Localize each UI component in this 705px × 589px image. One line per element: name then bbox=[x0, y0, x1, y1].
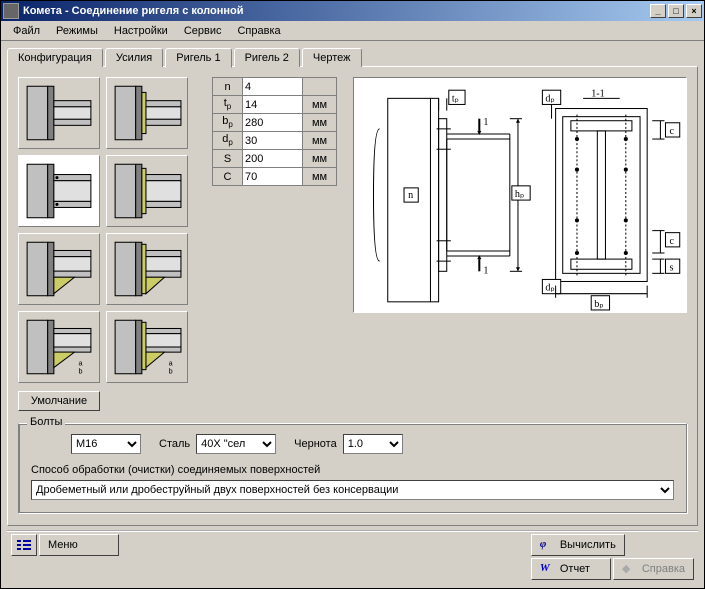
svg-text:c: c bbox=[670, 236, 675, 247]
list-icon bbox=[17, 540, 31, 550]
default-button[interactable]: Умолчание bbox=[18, 391, 100, 411]
param-unit-s: мм bbox=[303, 150, 337, 168]
titlebar: Комета - Соединение ригеля с колонной _ … bbox=[1, 1, 704, 21]
tab-panel-beam1: ab ab Умолчание n bbox=[7, 66, 698, 526]
menu-modes[interactable]: Режимы bbox=[48, 23, 106, 39]
svg-text:bₚ: bₚ bbox=[594, 299, 603, 310]
connection-type-7[interactable]: ab bbox=[18, 311, 100, 383]
connection-type-3[interactable] bbox=[18, 155, 100, 227]
report-button[interactable]: W Отчет bbox=[531, 558, 611, 580]
param-label-n: n bbox=[213, 78, 243, 96]
tab-beam2[interactable]: Ригель 2 bbox=[234, 48, 300, 67]
param-label-bp: bp bbox=[213, 114, 243, 132]
minimize-button[interactable]: _ bbox=[650, 4, 666, 18]
param-unit-tp: мм bbox=[303, 96, 337, 114]
svg-text:dₚ: dₚ bbox=[545, 93, 554, 104]
param-unit-dp: мм bbox=[303, 132, 337, 150]
svg-text:hₚ: hₚ bbox=[515, 189, 524, 200]
tab-beam1[interactable]: Ригель 1 bbox=[165, 48, 231, 68]
param-table: n tp мм bp мм bbox=[212, 77, 337, 186]
tab-drawing[interactable]: Чертеж bbox=[302, 48, 362, 67]
param-label-tp: tp bbox=[213, 96, 243, 114]
bolt-steel-label: Сталь bbox=[159, 438, 190, 450]
connection-type-6[interactable] bbox=[106, 233, 188, 305]
tab-forces[interactable]: Усилия bbox=[105, 48, 163, 67]
bottom-toolbar: Меню φ Вычислить W Отчет ◆ Справ bbox=[7, 530, 698, 582]
connection-type-5[interactable] bbox=[18, 233, 100, 305]
svg-text:s: s bbox=[670, 262, 674, 273]
param-input-c[interactable] bbox=[243, 168, 302, 185]
param-unit-bp: мм bbox=[303, 114, 337, 132]
tab-strip: Конфигурация Усилия Ригель 1 Ригель 2 Че… bbox=[7, 48, 698, 67]
surface-treatment-label: Способ обработки (очистки) соединяемых п… bbox=[31, 464, 674, 476]
svg-text:tₚ: tₚ bbox=[452, 93, 459, 104]
close-button[interactable]: × bbox=[686, 4, 702, 18]
param-label-s: S bbox=[213, 150, 243, 168]
diamond-icon: ◆ bbox=[622, 562, 636, 576]
svg-text:dₚ: dₚ bbox=[545, 283, 554, 294]
client-area: Конфигурация Усилия Ригель 1 Ригель 2 Че… bbox=[1, 41, 704, 588]
connection-diagram: n tₚ 1 1 bbox=[353, 77, 687, 313]
app-window: Комета - Соединение ригеля с колонной _ … bbox=[0, 0, 705, 589]
param-unit-n bbox=[303, 78, 337, 96]
connection-type-2[interactable] bbox=[106, 77, 188, 149]
menubar: Файл Режимы Настройки Сервис Справка bbox=[1, 21, 704, 41]
maximize-button[interactable]: □ bbox=[668, 4, 684, 18]
connection-type-8[interactable]: ab bbox=[106, 311, 188, 383]
toolbar-icon-button[interactable] bbox=[11, 534, 37, 556]
bolts-groupbox: Болты M16 Сталь 40X "сел Чернота 1.0 Спо… bbox=[18, 423, 687, 513]
help-button[interactable]: ◆ Справка bbox=[613, 558, 694, 580]
connection-type-4[interactable] bbox=[106, 155, 188, 227]
param-input-s[interactable] bbox=[243, 150, 302, 167]
param-label-c: C bbox=[213, 168, 243, 186]
bolt-steel-select[interactable]: 40X "сел bbox=[196, 434, 276, 454]
connection-type-1[interactable] bbox=[18, 77, 100, 149]
svg-text:c: c bbox=[670, 126, 675, 137]
menu-file[interactable]: Файл bbox=[5, 23, 48, 39]
surface-treatment-select[interactable]: Дробеметный или дробеструйный двух повер… bbox=[31, 480, 674, 500]
svg-text:1: 1 bbox=[483, 117, 488, 128]
window-title: Комета - Соединение ригеля с колонной bbox=[23, 5, 650, 17]
param-input-bp[interactable] bbox=[243, 114, 302, 131]
svg-text:1: 1 bbox=[483, 265, 488, 276]
svg-text:1-1: 1-1 bbox=[591, 88, 605, 99]
connection-type-grid: ab ab bbox=[18, 77, 198, 383]
param-input-tp[interactable] bbox=[243, 96, 302, 113]
bolt-black-label: Чернота bbox=[294, 438, 337, 450]
app-icon bbox=[3, 3, 19, 19]
bolt-size-select[interactable]: M16 bbox=[71, 434, 141, 454]
w-icon: W bbox=[540, 562, 554, 576]
svg-text:b: b bbox=[79, 367, 83, 376]
phi-icon: φ bbox=[540, 538, 554, 552]
menu-help[interactable]: Справка bbox=[229, 23, 288, 39]
param-input-n[interactable] bbox=[243, 78, 302, 95]
menu-service[interactable]: Сервис bbox=[176, 23, 230, 39]
param-label-dp: dp bbox=[213, 132, 243, 150]
menu-button[interactable]: Меню bbox=[39, 534, 119, 556]
calculate-button[interactable]: φ Вычислить bbox=[531, 534, 625, 556]
svg-text:b: b bbox=[169, 367, 173, 376]
param-unit-c: мм bbox=[303, 168, 337, 186]
menu-settings[interactable]: Настройки bbox=[106, 23, 176, 39]
param-input-dp[interactable] bbox=[243, 132, 302, 149]
tab-config[interactable]: Конфигурация bbox=[7, 48, 103, 67]
bolts-group-title: Болты bbox=[27, 416, 65, 428]
svg-text:n: n bbox=[408, 190, 413, 201]
bolt-black-select[interactable]: 1.0 bbox=[343, 434, 403, 454]
